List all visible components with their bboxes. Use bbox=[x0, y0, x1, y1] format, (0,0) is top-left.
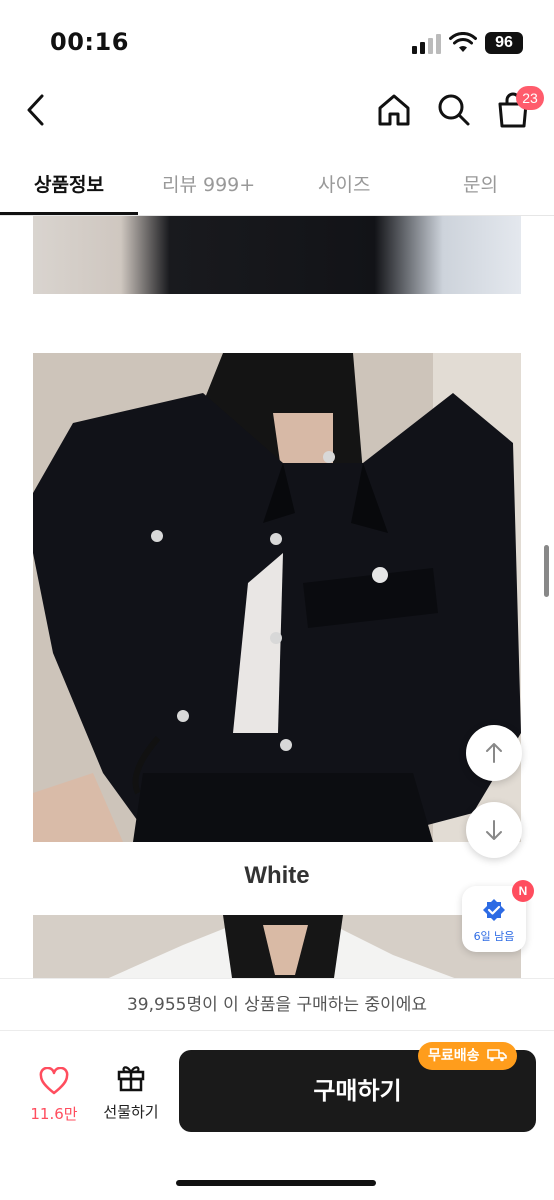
gift-button[interactable]: 선물하기 bbox=[96, 1061, 166, 1125]
scrollbar-thumb[interactable] bbox=[544, 545, 549, 597]
color-option-caption: White bbox=[244, 862, 310, 889]
arrow-down-icon bbox=[486, 820, 502, 840]
tab-inquiry[interactable]: 문의 bbox=[463, 170, 498, 197]
status-bar: 00:16 96 bbox=[0, 0, 554, 80]
product-image-top bbox=[33, 216, 521, 294]
search-icon[interactable] bbox=[434, 90, 474, 130]
free-shipping-label: 무료배송 bbox=[428, 1048, 480, 1064]
product-image-black-jacket bbox=[33, 353, 521, 842]
wifi-icon bbox=[449, 32, 477, 52]
like-count: 11.6만 bbox=[30, 1105, 78, 1123]
cart-count-badge: 23 bbox=[516, 86, 544, 110]
top-navigation bbox=[0, 80, 554, 150]
truck-icon bbox=[487, 1049, 508, 1062]
product-image-white-jacket bbox=[33, 915, 521, 985]
free-shipping-badge: 무료배송 bbox=[418, 1042, 518, 1070]
heart-icon bbox=[39, 1066, 69, 1095]
verified-badge-icon bbox=[483, 899, 505, 921]
cellular-signal-icon bbox=[412, 34, 442, 54]
product-tabs: 상품정보 리뷰 999+ 사이즈 문의 bbox=[0, 150, 554, 216]
gift-icon bbox=[117, 1066, 145, 1092]
battery-indicator: 96 bbox=[485, 32, 523, 54]
new-badge: N bbox=[512, 880, 534, 902]
home-icon[interactable] bbox=[374, 90, 414, 130]
gift-label: 선물하기 bbox=[103, 1103, 159, 1121]
active-tab-indicator bbox=[0, 212, 138, 215]
buyers-count-text: 39,955명이 이 상품을 구매하는 중이에요 bbox=[0, 978, 554, 1030]
home-indicator bbox=[176, 1180, 376, 1186]
tab-product-info[interactable]: 상품정보 bbox=[34, 170, 104, 197]
status-time: 00:16 bbox=[50, 28, 129, 56]
scroll-up-button[interactable] bbox=[466, 725, 522, 781]
like-button[interactable]: 11.6만 bbox=[24, 1065, 84, 1125]
coupon-days-left: 6일 남음 bbox=[473, 930, 515, 943]
tab-size[interactable]: 사이즈 bbox=[318, 170, 370, 197]
tab-reviews[interactable]: 리뷰 999+ bbox=[162, 170, 255, 197]
scroll-down-button[interactable] bbox=[466, 802, 522, 858]
back-arrow-icon[interactable] bbox=[20, 90, 54, 130]
arrow-up-icon bbox=[486, 743, 502, 763]
